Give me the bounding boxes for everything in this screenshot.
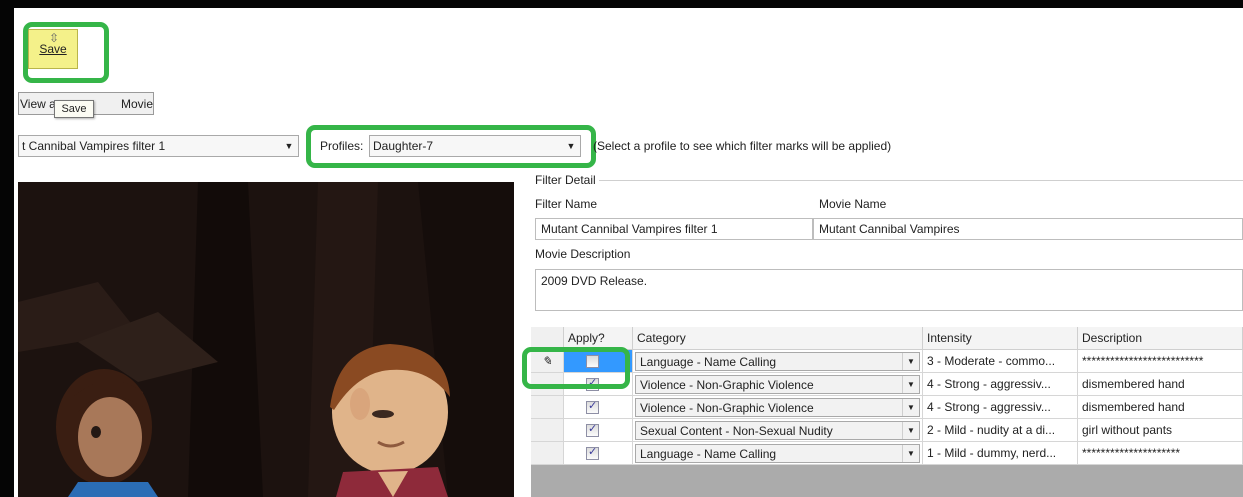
- category-value: Violence - Non-Graphic Violence: [640, 400, 814, 415]
- category-cell[interactable]: Language - Name Calling ▼: [633, 442, 923, 465]
- chevron-down-icon[interactable]: ▼: [902, 399, 919, 416]
- table-row[interactable]: Violence - Non-Graphic Violence ▼ 4 - St…: [531, 373, 1243, 396]
- apply-checkbox[interactable]: [586, 445, 599, 460]
- chevron-down-icon[interactable]: ▼: [902, 422, 919, 439]
- category-value: Language - Name Calling: [640, 354, 777, 369]
- row-header: [531, 373, 564, 396]
- apply-checkbox[interactable]: [586, 399, 599, 414]
- chevron-down-icon[interactable]: ▼: [902, 376, 919, 393]
- save-tooltip: Save: [54, 100, 94, 118]
- category-cell[interactable]: Violence - Non-Graphic Violence ▼: [633, 396, 923, 419]
- filter-select-value: t Cannibal Vampires filter 1: [22, 139, 166, 153]
- movie-name-value: Mutant Cannibal Vampires: [819, 222, 960, 236]
- filter-detail-title: Filter Detail: [535, 173, 599, 187]
- left-border: [0, 0, 14, 497]
- row-header: [531, 419, 564, 442]
- save-button[interactable]: Save ⇳: [28, 29, 78, 69]
- category-value: Violence - Non-Graphic Violence: [640, 377, 814, 392]
- filter-marks-grid[interactable]: Apply? Category Intensity Description ✎ …: [531, 327, 1243, 497]
- video-preview[interactable]: [18, 182, 514, 497]
- table-row[interactable]: ✎ Language - Name Calling ▼ 3 - Moderate…: [531, 350, 1243, 373]
- profile-hint-text: (Select a profile to see which filter ma…: [593, 139, 892, 153]
- description-cell[interactable]: dismembered hand: [1078, 396, 1243, 419]
- description-cell[interactable]: dismembered hand: [1078, 373, 1243, 396]
- profile-select-value: Daughter-7: [373, 139, 434, 153]
- category-value: Sexual Content - Non-Sexual Nudity: [640, 423, 833, 438]
- row-header: [531, 396, 564, 419]
- video-frame-image: [18, 182, 514, 497]
- chevron-down-icon[interactable]: ▼: [280, 136, 298, 156]
- top-border: [0, 0, 1243, 8]
- column-header-apply[interactable]: Apply?: [564, 327, 633, 350]
- movie-name-label: Movie Name: [819, 197, 887, 211]
- column-header-description[interactable]: Description: [1078, 327, 1243, 350]
- table-row[interactable]: Sexual Content - Non-Sexual Nudity ▼ 2 -…: [531, 419, 1243, 442]
- profiles-label: Profiles:: [320, 139, 364, 153]
- table-row[interactable]: Violence - Non-Graphic Violence ▼ 4 - St…: [531, 396, 1243, 419]
- movie-description-label: Movie Description: [535, 247, 631, 261]
- pencil-icon: ✎: [531, 350, 564, 373]
- column-header-intensity[interactable]: Intensity: [923, 327, 1078, 350]
- filter-name-value: Mutant Cannibal Vampires filter 1: [541, 222, 718, 236]
- movie-name-field[interactable]: Mutant Cannibal Vampires: [813, 218, 1243, 240]
- filter-name-field[interactable]: Mutant Cannibal Vampires filter 1: [535, 218, 813, 240]
- table-row[interactable]: Language - Name Calling ▼ 1 - Mild - dum…: [531, 442, 1243, 465]
- category-cell[interactable]: Violence - Non-Graphic Violence ▼: [633, 373, 923, 396]
- view-movie-label-left: View a: [20, 96, 56, 111]
- chevron-down-icon[interactable]: ▼: [902, 353, 919, 370]
- category-dropdown[interactable]: Violence - Non-Graphic Violence ▼: [635, 375, 920, 394]
- intensity-cell[interactable]: 4 - Strong - aggressiv...: [923, 396, 1078, 419]
- intensity-cell[interactable]: 4 - Strong - aggressiv...: [923, 373, 1078, 396]
- move-cursor-icon: ⇳: [48, 31, 60, 45]
- category-value: Language - Name Calling: [640, 446, 777, 461]
- row-header: [531, 442, 564, 465]
- apply-cell[interactable]: [564, 350, 633, 373]
- category-cell[interactable]: Language - Name Calling ▼: [633, 350, 923, 373]
- apply-cell[interactable]: [564, 419, 633, 442]
- description-cell[interactable]: girl without pants: [1078, 419, 1243, 442]
- intensity-cell[interactable]: 3 - Moderate - commo...: [923, 350, 1078, 373]
- movie-description-field[interactable]: 2009 DVD Release.: [535, 269, 1243, 311]
- column-header-category[interactable]: Category: [633, 327, 923, 350]
- movie-description-value: 2009 DVD Release.: [541, 274, 648, 288]
- apply-cell[interactable]: [564, 373, 633, 396]
- apply-cell[interactable]: [564, 396, 633, 419]
- intensity-cell[interactable]: 2 - Mild - nudity at a di...: [923, 419, 1078, 442]
- category-dropdown[interactable]: Sexual Content - Non-Sexual Nudity ▼: [635, 421, 920, 440]
- row-header-corner: [531, 327, 564, 350]
- filter-name-label: Filter Name: [535, 197, 598, 211]
- category-dropdown[interactable]: Language - Name Calling ▼: [635, 352, 920, 371]
- intensity-cell[interactable]: 1 - Mild - dummy, nerd...: [923, 442, 1078, 465]
- apply-cell[interactable]: [564, 442, 633, 465]
- chevron-down-icon[interactable]: ▼: [902, 445, 919, 462]
- apply-checkbox[interactable]: [586, 354, 599, 368]
- profile-select[interactable]: Daughter-7 ▼: [369, 135, 581, 157]
- apply-checkbox[interactable]: [586, 376, 599, 391]
- filter-select[interactable]: t Cannibal Vampires filter 1 ▼: [18, 135, 299, 157]
- category-dropdown[interactable]: Violence - Non-Graphic Violence ▼: [635, 398, 920, 417]
- filter-detail-divider: [535, 180, 1243, 181]
- view-movie-label-right: Movie: [121, 96, 154, 111]
- description-cell[interactable]: *********************: [1078, 442, 1243, 465]
- category-cell[interactable]: Sexual Content - Non-Sexual Nudity ▼: [633, 419, 923, 442]
- grid-header-row: Apply? Category Intensity Description: [531, 327, 1243, 350]
- description-cell[interactable]: **************************: [1078, 350, 1243, 373]
- apply-checkbox[interactable]: [586, 422, 599, 437]
- category-dropdown[interactable]: Language - Name Calling ▼: [635, 444, 920, 463]
- chevron-down-icon[interactable]: ▼: [562, 136, 580, 156]
